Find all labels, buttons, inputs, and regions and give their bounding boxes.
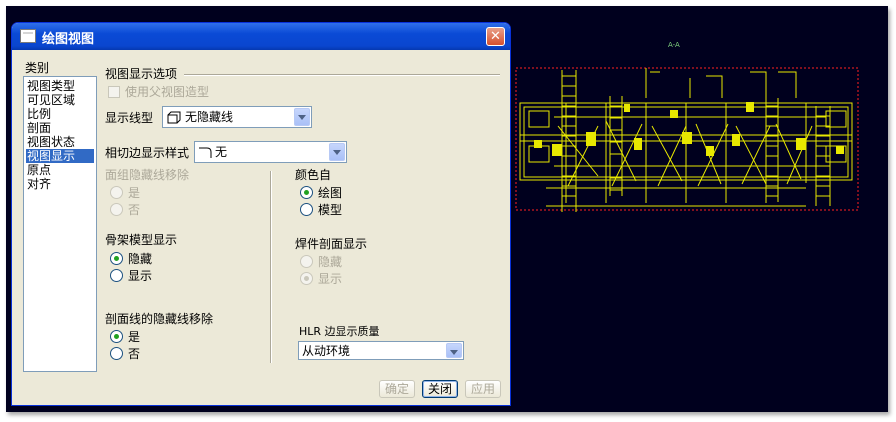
section-title: 视图显示选项 [105,67,178,81]
category-item-view-display[interactable]: 视图显示 [26,149,94,163]
section-hidden-yes-label: 是 [128,330,141,344]
category-item-view-state[interactable]: 视图状态 [26,135,76,149]
skeleton-hide-radio[interactable] [110,252,123,265]
weld-section-label: 焊件剖面显示 [295,237,368,251]
skeleton-display-label: 骨架模型显示 [105,233,178,247]
hlr-quality-dropdown[interactable]: 从动环境 [298,341,464,360]
display-style-label: 显示线型 [105,111,154,125]
application-window: A-A 绘图视图 ✕ 类别 视图类型 可见区域 比例 剖面 视图状态 视图显示 … [6,6,888,412]
category-item-section[interactable]: 剖面 [26,121,52,135]
tangent-edge-label: 相切边显示样式 [105,146,190,160]
drawing-view-dialog: 绘图视图 ✕ 类别 视图类型 可见区域 比例 剖面 视图状态 视图显示 原点 对… [11,22,511,406]
section-divider [184,74,500,76]
weld-hide-radio[interactable] [300,255,313,268]
hlr-quality-label: HLR 边显示质量 [299,325,380,338]
apply-button[interactable]: 应用 [465,380,501,398]
column-divider [270,171,272,363]
skeleton-show-radio[interactable] [110,269,123,282]
face-hidden-yes-radio[interactable] [110,186,123,199]
face-hidden-no-radio[interactable] [110,203,123,216]
category-label: 类别 [25,61,50,75]
category-list[interactable]: 视图类型 可见区域 比例 剖面 视图状态 视图显示 原点 对齐 [23,76,97,372]
category-item-origin[interactable]: 原点 [26,163,52,177]
window-icon [20,29,36,43]
color-from-model-radio[interactable] [300,203,313,216]
skeleton-hide-label: 隐藏 [128,252,153,266]
section-hidden-yes-radio[interactable] [110,330,123,343]
view-annotation: A-A [668,41,680,49]
color-from-model-label: 模型 [318,203,343,217]
chevron-down-icon[interactable] [446,343,462,358]
face-hidden-label: 面组隐藏线移除 [105,168,190,182]
section-hidden-no-label: 否 [128,347,141,361]
section-hidden-no-radio[interactable] [110,347,123,360]
close-button[interactable]: 关闭 [422,380,458,398]
face-hidden-yes-label: 是 [128,186,141,200]
cad-filled-blocks [534,102,844,156]
section-hidden-label: 剖面线的隐藏线移除 [105,312,214,326]
color-from-drawing-label: 绘图 [318,186,343,200]
chevron-down-icon[interactable] [329,143,345,161]
weld-show-label: 显示 [318,272,343,286]
chevron-down-icon[interactable] [294,108,310,126]
weld-show-radio[interactable] [300,272,313,285]
color-from-drawing-radio[interactable] [300,186,313,199]
weld-hide-label: 隐藏 [318,255,343,269]
tangent-edge-dropdown[interactable]: 无 [194,141,347,163]
category-item-visible-area[interactable]: 可见区域 [26,93,76,107]
no-hidden-icon [167,111,181,124]
hlr-quality-value: 从动环境 [302,344,351,358]
dialog-titlebar[interactable]: 绘图视图 ✕ [12,23,510,50]
close-window-button[interactable]: ✕ [486,27,505,46]
tangent-edge-value: 无 [215,145,228,159]
display-style-value: 无隐藏线 [185,110,234,124]
category-item-alignment[interactable]: 对齐 [26,177,52,191]
color-from-label: 颜色自 [295,168,332,182]
face-hidden-no-label: 否 [128,203,141,217]
category-item-view-type[interactable]: 视图类型 [26,79,76,93]
use-parent-view-checkbox[interactable] [108,86,120,98]
skeleton-show-label: 显示 [128,269,153,283]
ok-button[interactable]: 确定 [379,380,415,398]
tangent-edge-icon [199,147,212,158]
display-style-dropdown[interactable]: 无隐藏线 [162,106,312,128]
category-item-scale[interactable]: 比例 [26,107,52,121]
use-parent-view-label: 使用父视图造型 [125,85,210,99]
dialog-title: 绘图视图 [42,32,95,47]
